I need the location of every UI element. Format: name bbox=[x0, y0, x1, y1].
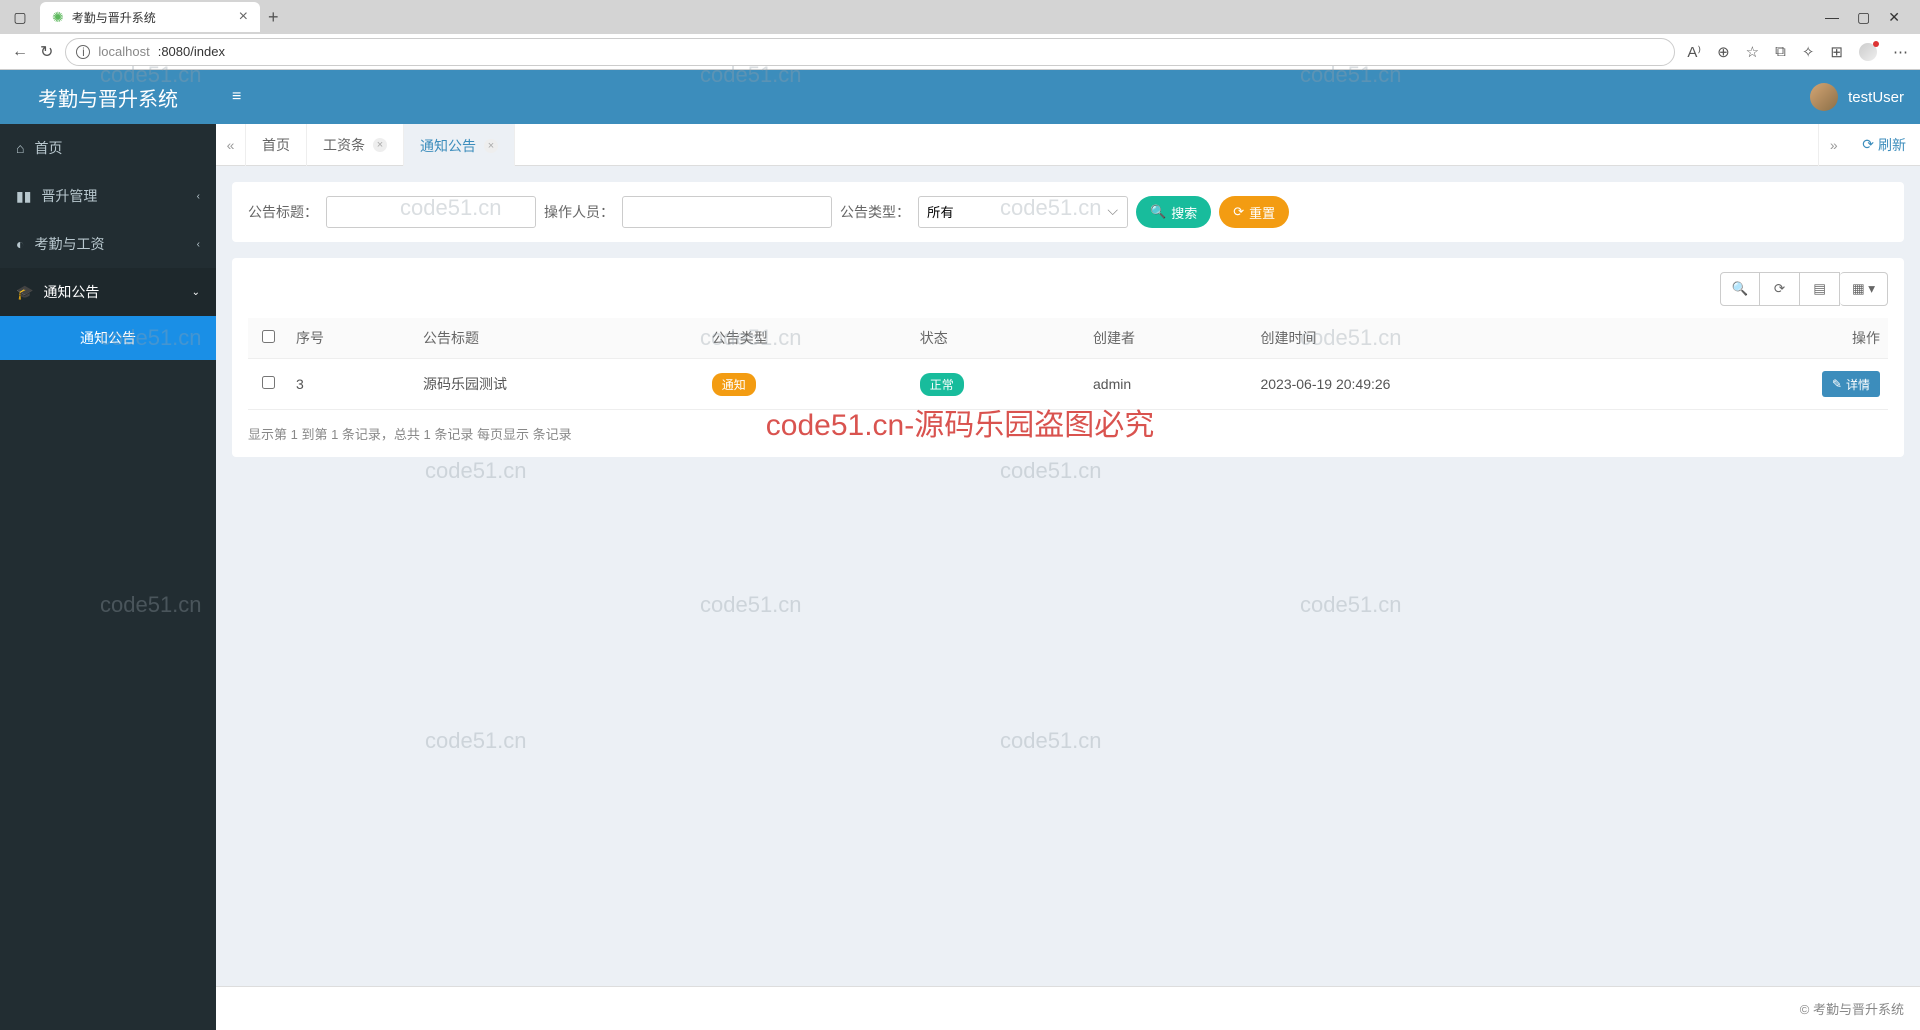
th-type[interactable]: 公告类型 bbox=[704, 318, 912, 359]
brand-title: 考勤与晋升系统 bbox=[0, 70, 216, 124]
row-checkbox[interactable] bbox=[262, 376, 275, 389]
sidebar-subitem-notice[interactable]: 通知公告 bbox=[0, 316, 216, 360]
cell-seq: 3 bbox=[288, 359, 415, 410]
browser-tab[interactable]: ✺ 考勤与晋升系统 × bbox=[40, 2, 260, 32]
adjust-icon: ◐ bbox=[16, 236, 24, 252]
tab-close-icon[interactable]: × bbox=[373, 138, 387, 152]
read-aloud-icon[interactable]: A⁾ bbox=[1687, 43, 1701, 61]
filter-panel: 公告标题： 操作人员： 公告类型： 所有 🔍 搜索 bbox=[232, 182, 1904, 242]
edit-icon: ✎ bbox=[1832, 377, 1842, 391]
topbar: ≡ testUser bbox=[216, 70, 1920, 124]
search-icon: 🔍 bbox=[1150, 204, 1166, 220]
more-icon[interactable]: ⋯ bbox=[1893, 43, 1908, 61]
collections-icon[interactable]: ⧉ bbox=[1775, 43, 1786, 60]
th-seq[interactable]: 序号 bbox=[288, 318, 415, 359]
detail-button[interactable]: ✎ 详情 bbox=[1822, 371, 1880, 397]
table-refresh-icon[interactable]: ⟳ bbox=[1760, 272, 1800, 306]
address-bar[interactable]: i localhost :8080/index bbox=[65, 38, 1675, 66]
footer-copyright: © 考勤与晋升系统 bbox=[216, 986, 1920, 1030]
th-creator[interactable]: 创建者 bbox=[1085, 318, 1252, 359]
data-table: 序号 公告标题 公告类型 状态 创建者 创建时间 操作 3 bbox=[248, 318, 1888, 410]
browser-chrome: ▢ ✺ 考勤与晋升系统 × + — ▢ ✕ ← ↻ i localhost :80… bbox=[0, 0, 1920, 70]
filter-title-label: 公告标题： bbox=[248, 202, 318, 222]
extensions-icon[interactable]: ✧ bbox=[1802, 43, 1815, 61]
tab-home[interactable]: 首页 bbox=[246, 124, 307, 166]
th-status[interactable]: 状态 bbox=[912, 318, 1085, 359]
tab-close-icon[interactable]: × bbox=[484, 139, 498, 153]
table-view-icon[interactable]: ▦ ▾ bbox=[1840, 272, 1888, 306]
sidebar: 考勤与晋升系统 ⌂ 首页 ▮▮ 晋升管理 ‹ ◐ 考勤与工资 ‹ 🎓 通知公告 … bbox=[0, 70, 216, 1030]
sidebar-item-promotion[interactable]: ▮▮ 晋升管理 ‹ bbox=[0, 172, 216, 220]
chevron-left-icon: ‹ bbox=[197, 191, 200, 202]
minimize-icon[interactable]: — bbox=[1825, 9, 1839, 26]
th-title[interactable]: 公告标题 bbox=[415, 318, 704, 359]
back-icon[interactable]: ← bbox=[12, 43, 28, 61]
sidebar-item-attendance[interactable]: ◐ 考勤与工资 ‹ bbox=[0, 220, 216, 268]
table-row[interactable]: 3 源码乐园测试 通知 正常 admin 2023-06-19 20:49:26… bbox=[248, 359, 1888, 410]
th-create-time[interactable]: 创建时间 bbox=[1252, 318, 1674, 359]
filter-operator-label: 操作人员： bbox=[544, 202, 614, 222]
tab-payroll[interactable]: 工资条 × bbox=[307, 124, 404, 166]
close-tab-icon[interactable]: × bbox=[239, 8, 248, 26]
tabstrip: « 首页 工资条 × 通知公告 × » ⟳ 刷新 bbox=[216, 124, 1920, 166]
status-badge: 正常 bbox=[920, 373, 964, 396]
refresh-icon: ⟳ bbox=[1862, 136, 1874, 153]
filter-type-select[interactable]: 所有 bbox=[918, 196, 1128, 228]
sidebar-label: 通知公告 bbox=[43, 282, 99, 302]
type-badge: 通知 bbox=[712, 373, 756, 396]
hamburger-icon[interactable]: ≡ bbox=[232, 88, 241, 106]
select-all-checkbox[interactable] bbox=[262, 330, 275, 343]
bars-icon: ▮▮ bbox=[16, 188, 31, 205]
sidebar-item-notice[interactable]: 🎓 通知公告 ⌄ bbox=[0, 268, 216, 316]
table-columns-icon[interactable]: ▤ bbox=[1800, 272, 1840, 306]
search-button[interactable]: 🔍 搜索 bbox=[1136, 196, 1211, 228]
zoom-icon[interactable]: ⊕ bbox=[1717, 43, 1730, 61]
home-icon: ⌂ bbox=[16, 140, 24, 156]
sidebar-label: 晋升管理 bbox=[41, 186, 97, 206]
filter-operator-input[interactable] bbox=[622, 196, 832, 228]
tab-title: 考勤与晋升系统 bbox=[72, 9, 231, 26]
favorite-icon[interactable]: ☆ bbox=[1746, 43, 1759, 61]
app-icon[interactable]: ⊞ bbox=[1830, 43, 1843, 61]
reset-button[interactable]: ⟳ 重置 bbox=[1219, 196, 1289, 228]
cell-title: 源码乐园测试 bbox=[415, 359, 704, 410]
sidebar-label: 首页 bbox=[34, 138, 62, 158]
sidebar-item-home[interactable]: ⌂ 首页 bbox=[0, 124, 216, 172]
url-host: localhost bbox=[98, 44, 149, 59]
tab-list-icon[interactable]: ▢ bbox=[8, 5, 32, 29]
close-window-icon[interactable]: ✕ bbox=[1888, 9, 1900, 26]
tabs-scroll-right-icon[interactable]: » bbox=[1818, 124, 1848, 166]
reset-icon: ⟳ bbox=[1233, 204, 1244, 220]
user-avatar[interactable] bbox=[1810, 83, 1838, 111]
filter-type-label: 公告类型： bbox=[840, 202, 910, 222]
cell-creator: admin bbox=[1085, 359, 1252, 410]
profile-avatar-icon[interactable] bbox=[1859, 43, 1877, 61]
info-icon[interactable]: i bbox=[76, 45, 90, 59]
refresh-button[interactable]: ⟳ 刷新 bbox=[1848, 135, 1920, 155]
chevron-left-icon: ‹ bbox=[197, 239, 200, 250]
table-panel: 🔍 ⟳ ▤ ▦ ▾ 序号 公告标题 公告类型 状态 创建者 bbox=[232, 258, 1904, 457]
favicon-icon: ✺ bbox=[52, 9, 64, 26]
cell-create-time: 2023-06-19 20:49:26 bbox=[1252, 359, 1674, 410]
reload-icon[interactable]: ↻ bbox=[40, 42, 53, 62]
sidebar-label: 考勤与工资 bbox=[34, 234, 104, 254]
table-search-icon[interactable]: 🔍 bbox=[1720, 272, 1760, 306]
chevron-down-icon: ⌄ bbox=[192, 287, 200, 298]
tabs-scroll-left-icon[interactable]: « bbox=[216, 124, 246, 166]
maximize-icon[interactable]: ▢ bbox=[1857, 9, 1870, 26]
new-tab-button[interactable]: + bbox=[268, 7, 279, 28]
th-action: 操作 bbox=[1674, 318, 1888, 359]
tab-notice[interactable]: 通知公告 × bbox=[404, 124, 515, 166]
url-path: :8080/index bbox=[158, 44, 225, 59]
filter-title-input[interactable] bbox=[326, 196, 536, 228]
graduation-icon: 🎓 bbox=[16, 284, 33, 301]
pagination-info: 显示第 1 到第 1 条记录，总共 1 条记录 每页显示 条记录 bbox=[248, 424, 1888, 443]
username[interactable]: testUser bbox=[1848, 89, 1904, 106]
